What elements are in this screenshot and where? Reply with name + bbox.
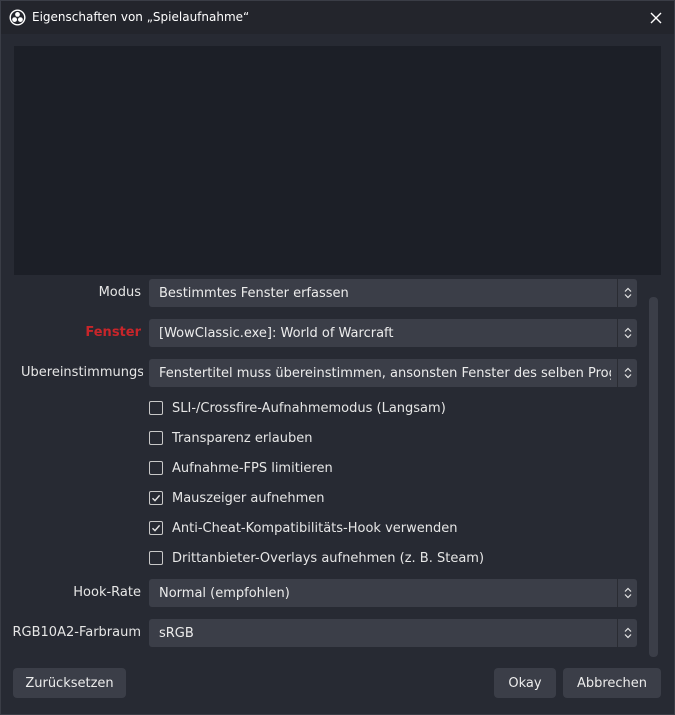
hook-rate-label: Hook-Rate xyxy=(73,585,141,600)
fenster-label: Fenster xyxy=(85,325,141,340)
checkmark-icon xyxy=(152,524,161,532)
modus-value: Bestimmtes Fenster erfassen xyxy=(159,286,349,301)
checkmark-icon xyxy=(152,494,161,502)
source-preview xyxy=(14,46,661,275)
vertical-scrollbar[interactable] xyxy=(649,297,658,657)
third-party-overlays-checkbox[interactable]: Drittanbieter-Overlays aufnehmen (z. B. … xyxy=(149,548,484,568)
fenster-value: [WowClassic.exe]: World of Warcraft xyxy=(159,326,394,341)
cancel-button[interactable]: Abbrechen xyxy=(563,668,661,698)
checkbox-label: SLI-/Crossfire-Aufnahmemodus (Langsam) xyxy=(172,400,446,416)
checkbox-label: Drittanbieter-Overlays aufnehmen (z. B. … xyxy=(172,550,485,566)
hook-rate-value: Normal (empfohlen) xyxy=(159,586,290,601)
modus-select[interactable]: Bestimmtes Fenster erfassen xyxy=(149,279,637,307)
checkbox-box[interactable] xyxy=(149,491,163,505)
checkbox-label: Mauszeiger aufnehmen xyxy=(172,490,325,506)
limit-fps-checkbox[interactable]: Aufnahme-FPS limitieren xyxy=(149,458,333,478)
checkbox-box[interactable] xyxy=(149,551,163,565)
farbraum-label: RGB10A2-Farbraum xyxy=(12,625,141,640)
modus-label: Modus xyxy=(98,285,141,300)
checkbox-box[interactable] xyxy=(149,431,163,445)
updown-arrow-icon xyxy=(617,279,637,307)
sli-crossfire-checkbox[interactable]: SLI-/Crossfire-Aufnahmemodus (Langsam) xyxy=(149,398,446,418)
farbraum-select[interactable]: sRGB xyxy=(149,619,637,647)
transparency-checkbox[interactable]: Transparenz erlauben xyxy=(149,428,312,448)
checkbox-label: Transparenz erlauben xyxy=(172,430,313,446)
updown-arrow-icon xyxy=(617,579,637,607)
properties-dialog: Eigenschaften von „Spielaufnahme“ Modus … xyxy=(0,0,675,715)
hook-rate-select[interactable]: Normal (empfohlen) xyxy=(149,579,637,607)
updown-arrow-icon xyxy=(617,319,637,347)
uebereinstimmung-select[interactable]: Fenstertitel muss übereinstimmen, ansons… xyxy=(149,359,637,387)
checkbox-box[interactable] xyxy=(149,521,163,535)
obs-logo-icon xyxy=(9,9,26,26)
updown-arrow-icon xyxy=(617,359,637,387)
checkbox-box[interactable] xyxy=(149,461,163,475)
fenster-select[interactable]: [WowClassic.exe]: World of Warcraft xyxy=(149,319,637,347)
reset-button[interactable]: Zurücksetzen xyxy=(13,668,126,698)
updown-arrow-icon xyxy=(617,619,637,647)
close-button[interactable] xyxy=(645,7,667,29)
uebereinstimmung-label: Übereinstimmungsp xyxy=(21,365,143,380)
window-title: Eigenschaften von „Spielaufnahme“ xyxy=(32,10,250,24)
close-icon xyxy=(650,12,662,24)
ok-button[interactable]: Okay xyxy=(494,668,556,698)
checkbox-label: Anti-Cheat-Kompatibilitäts-Hook verwende… xyxy=(172,520,458,536)
farbraum-value: sRGB xyxy=(159,626,194,641)
capture-cursor-checkbox[interactable]: Mauszeiger aufnehmen xyxy=(149,488,325,508)
uebereinstimmung-value: Fenstertitel muss übereinstimmen, ansons… xyxy=(159,366,611,381)
anti-cheat-hook-checkbox[interactable]: Anti-Cheat-Kompatibilitäts-Hook verwende… xyxy=(149,518,457,538)
checkbox-label: Aufnahme-FPS limitieren xyxy=(172,460,333,476)
checkbox-box[interactable] xyxy=(149,401,163,415)
title-bar: Eigenschaften von „Spielaufnahme“ xyxy=(1,1,674,34)
